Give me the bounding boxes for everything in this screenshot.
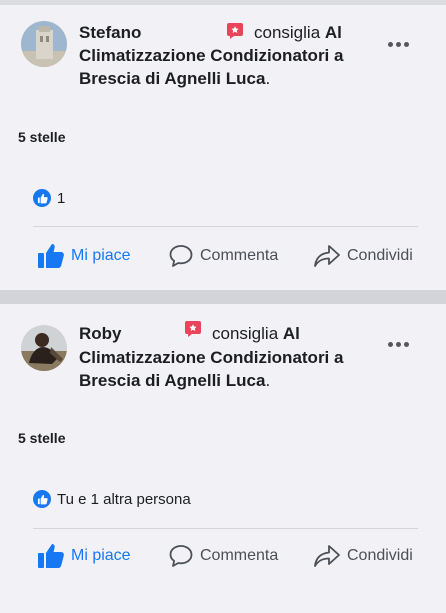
post-header-line-1: Roby — [79, 322, 122, 345]
comment-icon — [169, 245, 193, 267]
share-icon — [314, 245, 340, 267]
author-avatar[interactable] — [21, 21, 67, 67]
like-reaction-icon — [33, 490, 51, 508]
recommend-text: consiglia Al — [254, 23, 342, 42]
post-separator — [0, 290, 446, 304]
action-bar: Mi piace Commenta Condividi — [0, 541, 446, 571]
page-name-line-end: Brescia di Agnelli Luca. — [79, 69, 271, 88]
like-button[interactable]: Mi piace — [37, 543, 131, 569]
recommend-text: consiglia Al — [212, 324, 300, 343]
action-bar: Mi piace Commenta Condividi — [0, 241, 446, 271]
divider — [33, 528, 418, 529]
comment-button[interactable]: Commenta — [168, 543, 278, 569]
thumbs-up-icon — [38, 244, 64, 268]
more-options-icon[interactable] — [388, 342, 410, 348]
post-card-2: Roby consiglia Al Climatizzazione Condiz… — [0, 304, 446, 613]
share-button[interactable]: Condividi — [313, 543, 413, 569]
author-name[interactable]: Stefano — [79, 23, 141, 42]
reactions-count: Tu e 1 altra persona — [57, 490, 191, 508]
reactions-summary[interactable]: 1 — [33, 189, 65, 207]
recommend-icon — [185, 321, 201, 337]
comment-button[interactable]: Commenta — [168, 243, 278, 269]
recommend-icon — [227, 23, 243, 39]
share-button[interactable]: Condividi — [313, 243, 413, 269]
page-name-line[interactable]: Climatizzazione Condizionatori a — [79, 44, 343, 67]
post-header-line-1: Stefano — [79, 21, 141, 44]
comment-icon — [169, 545, 193, 567]
page-name-line-end: Brescia di Agnelli Luca. — [79, 371, 271, 390]
page-name-line[interactable]: Climatizzazione Condizionatori a — [79, 346, 343, 369]
author-name[interactable]: Roby — [79, 324, 122, 343]
thumbs-up-icon — [38, 544, 64, 568]
divider — [33, 226, 418, 227]
rating-text: 5 stelle — [18, 430, 66, 446]
rating-text: 5 stelle — [18, 129, 66, 145]
share-icon — [314, 545, 340, 567]
like-reaction-icon — [33, 189, 51, 207]
author-avatar[interactable] — [21, 325, 67, 371]
more-options-icon[interactable] — [388, 42, 410, 48]
post-card-1: Stefano consiglia Al Climatizzazione Con… — [0, 5, 446, 290]
reactions-summary[interactable]: Tu e 1 altra persona — [33, 490, 191, 508]
reactions-count: 1 — [57, 189, 66, 207]
like-button[interactable]: Mi piace — [37, 243, 131, 269]
